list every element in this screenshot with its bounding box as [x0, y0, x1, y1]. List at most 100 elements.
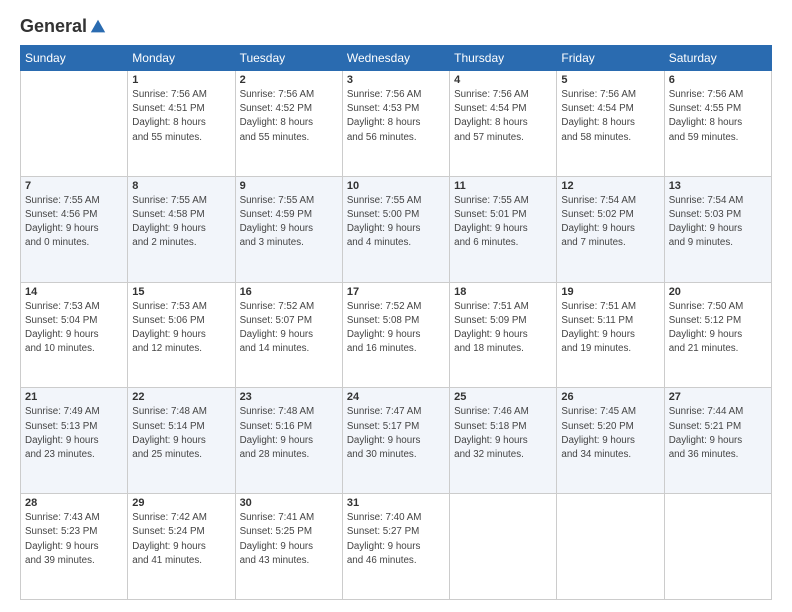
day-info: Sunrise: 7:55 AMSunset: 4:56 PMDaylight:…	[25, 194, 123, 251]
day-info: Sunrise: 7:53 AMSunset: 5:06 PMDaylight:…	[132, 300, 230, 357]
calendar-cell: 8Sunrise: 7:55 AMSunset: 4:58 PMDaylight…	[128, 176, 235, 282]
day-info: Sunrise: 7:48 AMSunset: 5:14 PMDaylight:…	[132, 405, 230, 462]
day-number: 30	[240, 497, 338, 509]
day-info: Sunrise: 7:41 AMSunset: 5:25 PMDaylight:…	[240, 511, 338, 568]
calendar-cell: 23Sunrise: 7:48 AMSunset: 5:16 PMDayligh…	[235, 388, 342, 494]
day-number: 24	[347, 391, 445, 403]
day-number: 23	[240, 391, 338, 403]
day-number: 19	[561, 286, 659, 298]
calendar-cell: 27 Sunrise: 7:44 AMSunset: 5:21 PMDayligh…	[664, 388, 771, 494]
calendar-cell: 10 Sunrise: 7:55 AMSunset: 5:00 PMDayligh…	[342, 176, 449, 282]
day-info: Sunrise: 7:56 AMSunset: 4:53 PMDaylight:…	[347, 88, 445, 145]
day-info: Sunrise: 7:56 AMSunset: 4:55 PMDaylight:…	[669, 88, 767, 145]
calendar-cell: 6 Sunrise: 7:56 AMSunset: 4:55 PMDaylight…	[664, 71, 771, 177]
day-info: Sunrise: 7:56 AMSunset: 4:54 PMDaylight:…	[561, 88, 659, 145]
day-info: Sunrise: 7:50 AMSunset: 5:12 PMDaylight:…	[669, 300, 767, 357]
calendar-cell: 28Sunrise: 7:43 AMSunset: 5:23 PMDayligh…	[21, 494, 128, 600]
calendar-cell: 3 Sunrise: 7:56 AMSunset: 4:53 PMDaylight…	[342, 71, 449, 177]
day-number: 15	[132, 286, 230, 298]
day-number: 3	[347, 74, 445, 86]
day-number: 10	[347, 180, 445, 192]
calendar-cell: 13Sunrise: 7:54 AMSunset: 5:03 PMDayligh…	[664, 176, 771, 282]
calendar-cell: 22 Sunrise: 7:48 AMSunset: 5:14 PMDayligh…	[128, 388, 235, 494]
calendar-week-row: 7Sunrise: 7:55 AMSunset: 4:56 PMDaylight…	[21, 176, 772, 282]
day-info: Sunrise: 7:42 AMSunset: 5:24 PMDaylight:…	[132, 511, 230, 568]
day-number: 6	[669, 74, 767, 86]
day-number: 17	[347, 286, 445, 298]
calendar-cell: 5 Sunrise: 7:56 AMSunset: 4:54 PMDaylight…	[557, 71, 664, 177]
day-info: Sunrise: 7:56 AMSunset: 4:51 PMDaylight:…	[132, 88, 230, 145]
weekday-header-cell: Sunday	[21, 46, 128, 71]
day-info: Sunrise: 7:49 AMSunset: 5:13 PMDaylight:…	[25, 405, 123, 462]
calendar-week-row: 21 Sunrise: 7:49 AMSunset: 5:13 PMDayligh…	[21, 388, 772, 494]
day-number: 5	[561, 74, 659, 86]
day-info: Sunrise: 7:44 AMSunset: 5:21 PMDaylight:…	[669, 405, 767, 462]
day-info: Sunrise: 7:52 AMSunset: 5:07 PMDaylight:…	[240, 300, 338, 357]
calendar-table: SundayMondayTuesdayWednesdayThursdayFrid…	[20, 45, 772, 600]
calendar-cell: 25Sunrise: 7:46 AMSunset: 5:18 PMDayligh…	[450, 388, 557, 494]
day-info: Sunrise: 7:43 AMSunset: 5:23 PMDaylight:…	[25, 511, 123, 568]
day-info: Sunrise: 7:47 AMSunset: 5:17 PMDaylight:…	[347, 405, 445, 462]
calendar-cell: 20 Sunrise: 7:50 AMSunset: 5:12 PMDayligh…	[664, 282, 771, 388]
day-number: 4	[454, 74, 552, 86]
day-info: Sunrise: 7:51 AMSunset: 5:11 PMDaylight:…	[561, 300, 659, 357]
calendar-cell: 26 Sunrise: 7:45 AMSunset: 5:20 PMDayligh…	[557, 388, 664, 494]
calendar-cell: 11Sunrise: 7:55 AMSunset: 5:01 PMDayligh…	[450, 176, 557, 282]
day-info: Sunrise: 7:55 AMSunset: 4:59 PMDaylight:…	[240, 194, 338, 251]
day-number: 13	[669, 180, 767, 192]
calendar-cell: 18Sunrise: 7:51 AMSunset: 5:09 PMDayligh…	[450, 282, 557, 388]
calendar-cell: 12 Sunrise: 7:54 AMSunset: 5:02 PMDayligh…	[557, 176, 664, 282]
day-number: 27	[669, 391, 767, 403]
day-info: Sunrise: 7:45 AMSunset: 5:20 PMDaylight:…	[561, 405, 659, 462]
weekday-header-cell: Wednesday	[342, 46, 449, 71]
calendar-week-row: 28Sunrise: 7:43 AMSunset: 5:23 PMDayligh…	[21, 494, 772, 600]
logo: General	[20, 16, 107, 37]
day-number: 14	[25, 286, 123, 298]
calendar-cell	[664, 494, 771, 600]
calendar-cell: 21 Sunrise: 7:49 AMSunset: 5:13 PMDayligh…	[21, 388, 128, 494]
day-number: 21	[25, 391, 123, 403]
weekday-header-cell: Saturday	[664, 46, 771, 71]
day-info: Sunrise: 7:40 AMSunset: 5:27 PMDaylight:…	[347, 511, 445, 568]
day-number: 31	[347, 497, 445, 509]
weekday-header-cell: Monday	[128, 46, 235, 71]
day-number: 1	[132, 74, 230, 86]
header: General	[20, 16, 772, 37]
logo-text: General	[20, 16, 107, 37]
calendar-cell: 15 Sunrise: 7:53 AMSunset: 5:06 PMDayligh…	[128, 282, 235, 388]
day-number: 29	[132, 497, 230, 509]
calendar-cell: 16Sunrise: 7:52 AMSunset: 5:07 PMDayligh…	[235, 282, 342, 388]
day-number: 12	[561, 180, 659, 192]
weekday-header-row: SundayMondayTuesdayWednesdayThursdayFrid…	[21, 46, 772, 71]
day-info: Sunrise: 7:55 AMSunset: 5:00 PMDaylight:…	[347, 194, 445, 251]
day-number: 26	[561, 391, 659, 403]
calendar-cell: 24 Sunrise: 7:47 AMSunset: 5:17 PMDayligh…	[342, 388, 449, 494]
day-number: 25	[454, 391, 552, 403]
page: General SundayMondayTuesdayWednesdayThur…	[0, 0, 792, 612]
day-info: Sunrise: 7:53 AMSunset: 5:04 PMDaylight:…	[25, 300, 123, 357]
calendar-cell: 7Sunrise: 7:55 AMSunset: 4:56 PMDaylight…	[21, 176, 128, 282]
weekday-header-cell: Thursday	[450, 46, 557, 71]
day-number: 2	[240, 74, 338, 86]
calendar-week-row: 1 Sunrise: 7:56 AMSunset: 4:51 PMDaylight…	[21, 71, 772, 177]
calendar-cell	[21, 71, 128, 177]
calendar-cell: 19 Sunrise: 7:51 AMSunset: 5:11 PMDayligh…	[557, 282, 664, 388]
day-info: Sunrise: 7:52 AMSunset: 5:08 PMDaylight:…	[347, 300, 445, 357]
calendar-week-row: 14 Sunrise: 7:53 AMSunset: 5:04 PMDayligh…	[21, 282, 772, 388]
weekday-header-cell: Friday	[557, 46, 664, 71]
day-number: 18	[454, 286, 552, 298]
day-number: 9	[240, 180, 338, 192]
day-number: 22	[132, 391, 230, 403]
calendar-cell: 9 Sunrise: 7:55 AMSunset: 4:59 PMDaylight…	[235, 176, 342, 282]
day-info: Sunrise: 7:54 AMSunset: 5:02 PMDaylight:…	[561, 194, 659, 251]
day-number: 8	[132, 180, 230, 192]
calendar-cell	[450, 494, 557, 600]
calendar-cell: 31 Sunrise: 7:40 AMSunset: 5:27 PMDayligh…	[342, 494, 449, 600]
calendar-cell: 4 Sunrise: 7:56 AMSunset: 4:54 PMDaylight…	[450, 71, 557, 177]
day-info: Sunrise: 7:56 AMSunset: 4:54 PMDaylight:…	[454, 88, 552, 145]
day-number: 20	[669, 286, 767, 298]
logo-general: General	[20, 16, 87, 37]
calendar-cell: 1 Sunrise: 7:56 AMSunset: 4:51 PMDaylight…	[128, 71, 235, 177]
calendar-cell: 29 Sunrise: 7:42 AMSunset: 5:24 PMDayligh…	[128, 494, 235, 600]
day-info: Sunrise: 7:55 AMSunset: 5:01 PMDaylight:…	[454, 194, 552, 251]
